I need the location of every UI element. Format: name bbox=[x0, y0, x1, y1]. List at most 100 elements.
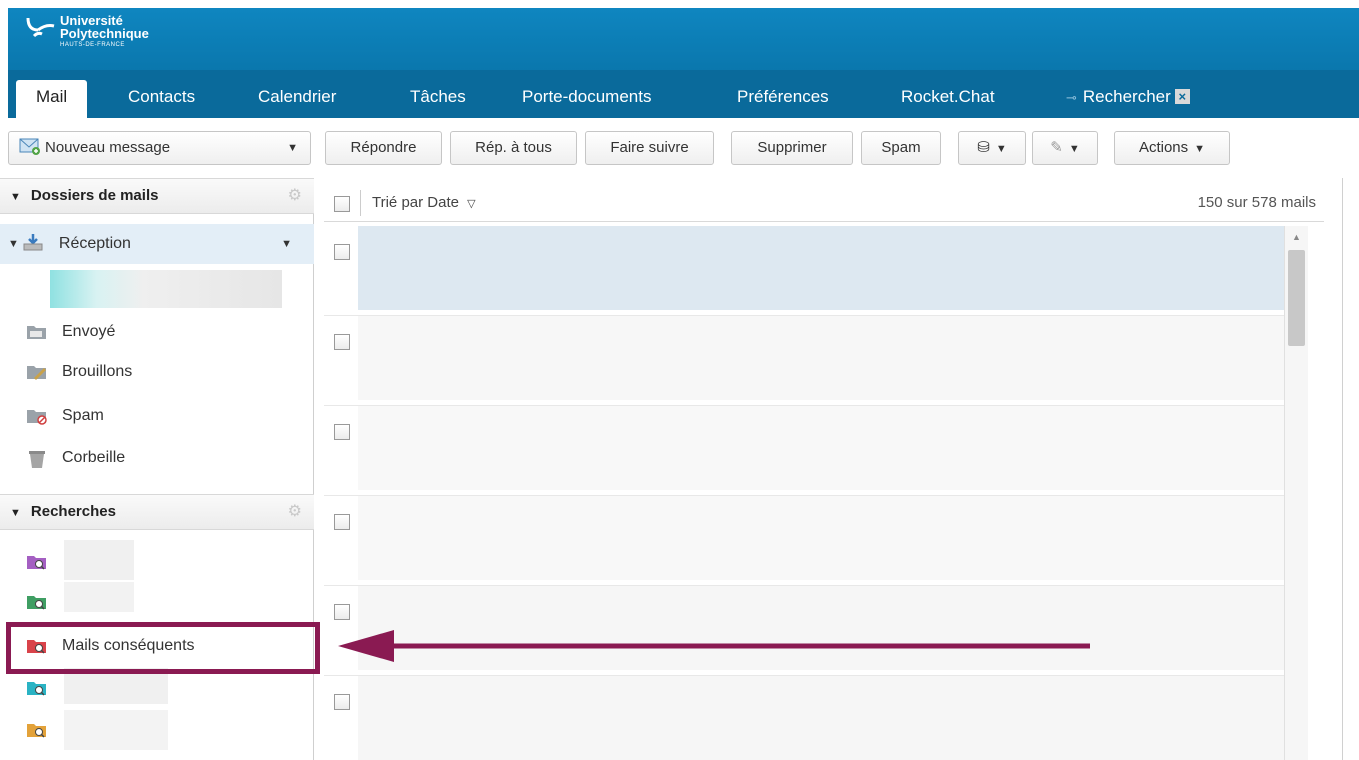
tab-rechercher[interactable]: ⊸ Rechercher × bbox=[1066, 80, 1190, 118]
tab-rocket-chat[interactable]: Rocket.Chat bbox=[901, 80, 995, 118]
trash-icon bbox=[26, 449, 48, 468]
university-logo-icon bbox=[24, 14, 56, 48]
redacted-label bbox=[64, 540, 134, 580]
folder-brouillons[interactable]: Brouillons bbox=[0, 352, 314, 392]
brand-line-2: Polytechnique bbox=[60, 26, 149, 41]
folder-spam[interactable]: Spam bbox=[0, 396, 314, 436]
chevron-down-icon: ▼ bbox=[1194, 143, 1206, 155]
new-message-dropdown-icon[interactable]: ▼ bbox=[287, 132, 298, 164]
tab-preferences[interactable]: Préférences bbox=[737, 80, 829, 118]
search-folder-icon bbox=[26, 593, 48, 611]
sort-label: Trié par Date bbox=[372, 194, 459, 211]
drafts-folder-icon bbox=[26, 363, 48, 381]
mail-toolbar: Nouveau message ▼ Répondre Rép. à tous F… bbox=[0, 118, 1359, 178]
new-message-label: Nouveau message bbox=[45, 139, 171, 156]
redacted-message bbox=[358, 406, 1308, 490]
close-tab-icon[interactable]: × bbox=[1174, 89, 1190, 104]
forward-button[interactable]: Faire suivre bbox=[585, 131, 714, 165]
message-list-header: Trié par Date ▽ 150 sur 578 mails bbox=[324, 184, 1324, 222]
delete-button[interactable]: Supprimer bbox=[731, 131, 853, 165]
tab-porte-documents[interactable]: Porte-documents bbox=[522, 80, 651, 118]
searches-title: Recherches bbox=[30, 503, 116, 520]
collapse-triangle-icon[interactable]: ▼ bbox=[10, 191, 21, 203]
redacted-message bbox=[358, 676, 1308, 760]
mail-folders-title: Dossiers de mails bbox=[30, 187, 159, 204]
folder-corbeille[interactable]: Corbeille bbox=[0, 438, 314, 478]
folder-label: Réception bbox=[58, 235, 131, 252]
annotation-arrow-icon bbox=[338, 630, 1090, 662]
message-checkbox[interactable] bbox=[334, 604, 350, 620]
redacted-message bbox=[358, 226, 1308, 310]
actions-button[interactable]: Actions ▼ bbox=[1114, 131, 1230, 165]
webmail-window: Université Polytechnique HAUTS-DE-FRANCE… bbox=[0, 0, 1359, 760]
gear-icon[interactable]: ⚙ bbox=[288, 179, 302, 213]
message-rows bbox=[324, 226, 1308, 760]
tab-mail[interactable]: Mail bbox=[16, 80, 88, 118]
brand-logo[interactable]: Université Polytechnique HAUTS-DE-FRANCE bbox=[24, 14, 149, 48]
pin-icon: ⊸ bbox=[1066, 90, 1077, 105]
gear-icon[interactable]: ⚙ bbox=[288, 495, 302, 529]
sort-direction-icon: ▽ bbox=[467, 198, 476, 210]
move-to-folder-button[interactable]: ⛁ ▼ bbox=[958, 131, 1026, 165]
folder-reception[interactable]: ▼ Réception ▼ bbox=[0, 224, 314, 264]
tab-calendrier[interactable]: Calendrier bbox=[258, 80, 336, 118]
chevron-down-icon: ▼ bbox=[995, 143, 1007, 155]
spam-button[interactable]: Spam bbox=[861, 131, 941, 165]
message-checkbox[interactable] bbox=[334, 514, 350, 530]
message-checkbox[interactable] bbox=[334, 244, 350, 260]
saved-search-1[interactable] bbox=[0, 540, 314, 582]
redacted-message bbox=[358, 496, 1308, 580]
tab-rechercher-label: Rechercher bbox=[1082, 87, 1171, 106]
redacted-label bbox=[64, 582, 134, 612]
folder-label: Corbeille bbox=[62, 449, 126, 466]
annotation-highlight-box bbox=[6, 622, 320, 674]
message-list-scrollbar[interactable]: ▲ bbox=[1284, 226, 1308, 760]
mail-folders-header[interactable]: ▼ Dossiers de mails ⚙ bbox=[0, 178, 314, 214]
inbox-icon bbox=[23, 233, 45, 256]
redacted-label bbox=[64, 710, 168, 750]
redacted-message bbox=[358, 316, 1308, 400]
collapse-triangle-icon[interactable]: ▼ bbox=[10, 507, 21, 519]
brand-line-3: HAUTS-DE-FRANCE bbox=[60, 42, 125, 48]
search-folder-icon bbox=[26, 553, 48, 571]
message-checkbox[interactable] bbox=[334, 334, 350, 350]
folder-label: Spam bbox=[62, 407, 104, 424]
message-checkbox[interactable] bbox=[334, 424, 350, 440]
tab-taches[interactable]: Tâches bbox=[410, 80, 466, 118]
main-nav: Mail Contacts Calendrier Tâches Porte-do… bbox=[8, 70, 1359, 118]
tray-icon: ⛁ bbox=[977, 139, 990, 156]
folder-label: Envoyé bbox=[62, 323, 116, 340]
folder-label: Brouillons bbox=[62, 363, 133, 380]
chevron-down-icon[interactable]: ▼ bbox=[281, 238, 292, 250]
sent-folder-icon bbox=[26, 323, 48, 341]
scroll-up-icon[interactable]: ▲ bbox=[1292, 232, 1301, 242]
reply-all-button[interactable]: Rép. à tous bbox=[450, 131, 577, 165]
search-folder-icon bbox=[26, 679, 48, 697]
message-row[interactable] bbox=[324, 226, 1308, 316]
message-row[interactable] bbox=[324, 496, 1308, 586]
scrollbar-thumb[interactable] bbox=[1288, 250, 1305, 346]
folder-envoye[interactable]: Envoyé bbox=[0, 312, 314, 352]
tab-contacts[interactable]: Contacts bbox=[128, 80, 195, 118]
tag-button[interactable]: ✎ ▼ bbox=[1032, 131, 1098, 165]
message-row[interactable] bbox=[324, 676, 1308, 760]
redacted-subfolder bbox=[50, 270, 282, 308]
message-row[interactable] bbox=[324, 406, 1308, 496]
saved-search-4[interactable] bbox=[0, 668, 314, 708]
spam-folder-icon bbox=[26, 407, 48, 425]
sort-selector[interactable]: Trié par Date ▽ bbox=[372, 194, 476, 211]
message-row[interactable] bbox=[324, 316, 1308, 406]
reply-button[interactable]: Répondre bbox=[325, 131, 442, 165]
saved-search-2[interactable] bbox=[0, 582, 314, 622]
searches-header[interactable]: ▼ Recherches ⚙ bbox=[0, 494, 314, 530]
reading-pane-edge bbox=[1342, 178, 1359, 760]
saved-search-5[interactable] bbox=[0, 710, 314, 750]
message-checkbox[interactable] bbox=[334, 694, 350, 710]
app-header: Université Polytechnique HAUTS-DE-FRANCE bbox=[8, 8, 1359, 70]
tag-icon: ✎ bbox=[1050, 139, 1063, 156]
actions-label: Actions bbox=[1138, 139, 1189, 156]
collapse-triangle-icon[interactable]: ▼ bbox=[8, 238, 19, 250]
new-message-button[interactable]: Nouveau message ▼ bbox=[8, 131, 311, 165]
select-all-checkbox[interactable] bbox=[334, 196, 350, 212]
search-folder-icon bbox=[26, 721, 48, 739]
